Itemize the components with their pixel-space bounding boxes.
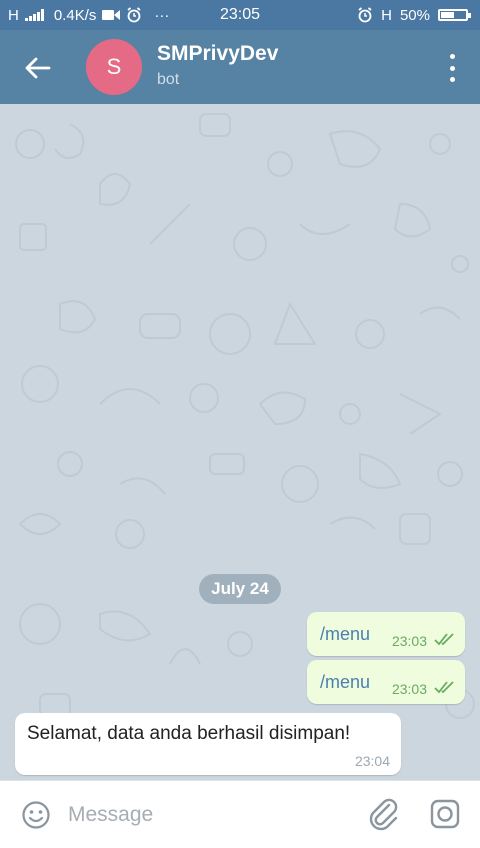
message-text: /menu xyxy=(320,624,371,644)
avatar-letter: S xyxy=(106,54,122,79)
paperclip-icon[interactable] xyxy=(368,797,400,831)
date-separator: July 24 xyxy=(199,574,281,604)
chat-title[interactable]: SMPrivyDev xyxy=(157,42,278,66)
alarm-icon xyxy=(358,7,372,23)
network-type-label: H xyxy=(381,6,392,24)
back-arrow-icon[interactable] xyxy=(22,52,54,84)
status-bar: H 0.4K/s ··· 23:05 H 50% xyxy=(0,0,480,30)
double-check-icon xyxy=(434,633,454,646)
more-options-icon[interactable] xyxy=(446,54,458,82)
incoming-message[interactable]: Selamat, data anda berhasil disimpan! 23… xyxy=(15,713,401,775)
message-time: 23:04 xyxy=(354,753,390,769)
outgoing-message[interactable]: /menu 23:03 xyxy=(307,660,465,704)
chat-area[interactable]: July 24 /menu 23:03 /menu 23:03 Selamat,… xyxy=(0,104,480,780)
message-input-bar xyxy=(0,780,480,848)
outgoing-message[interactable]: /menu 23:03 xyxy=(307,612,465,656)
avatar[interactable]: S xyxy=(86,39,142,95)
camera-icon[interactable] xyxy=(429,798,461,830)
message-time: 23:03 xyxy=(391,681,427,697)
emoji-icon[interactable] xyxy=(21,800,51,830)
message-time: 23:03 xyxy=(391,633,427,649)
message-input[interactable] xyxy=(68,799,348,831)
battery-percent: 50% xyxy=(399,6,430,24)
battery-icon xyxy=(438,9,471,21)
double-check-icon xyxy=(434,681,454,694)
message-text: Selamat, data anda berhasil disimpan! xyxy=(27,723,351,744)
chat-header: S SMPrivyDev bot xyxy=(0,30,480,104)
chat-subtitle: bot xyxy=(157,71,180,88)
message-text: /menu xyxy=(320,672,371,692)
